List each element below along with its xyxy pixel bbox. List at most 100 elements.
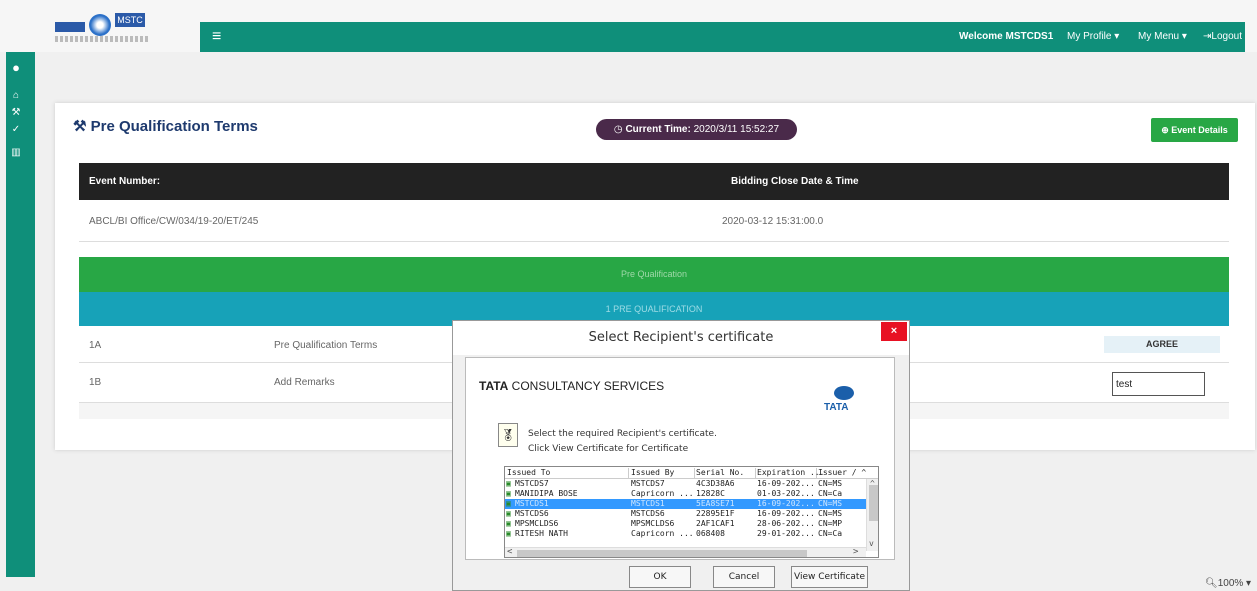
- current-time-value: 2020/3/11 15:52:27: [693, 124, 780, 135]
- my-profile-menu[interactable]: My Profile ▾: [1067, 31, 1119, 42]
- certificate-row[interactable]: ▣ MSTCDS1 MSTCDS1 5EA8SE71 16-09-202... CN=MS: [505, 499, 873, 509]
- cancel-button[interactable]: Cancel: [713, 566, 775, 588]
- certificate-cell-serial: 068408: [696, 529, 725, 538]
- column-expiration[interactable]: Expiration ...: [757, 468, 824, 478]
- logout-link[interactable]: ⇥Logout: [1203, 31, 1242, 42]
- certificate-cell-to: MPSMCLDS6: [515, 519, 559, 528]
- certificate-row[interactable]: ▣ RITESH NATH Capricorn ... 068408 29-01-202…: [505, 529, 873, 539]
- agree-button[interactable]: AGREE: [1104, 336, 1220, 353]
- certificate-cell-issuer: CN=MP: [818, 519, 843, 528]
- certificate-cell-serial: 4C3D38A6: [696, 479, 735, 488]
- remarks-input[interactable]: [1112, 372, 1205, 396]
- event-details-button[interactable]: ⊕ Event Details: [1151, 118, 1238, 142]
- certificate-cell-issuer: CN=Ca: [818, 489, 843, 498]
- scroll-right-icon[interactable]: >: [853, 547, 858, 557]
- page-title-text: Pre Qualification Terms: [90, 118, 258, 135]
- dialog-title: Select Recipient's certificate: [453, 321, 909, 355]
- scroll-thumb[interactable]: [517, 550, 807, 557]
- column-issued-to[interactable]: Issued To: [507, 468, 629, 478]
- row-number: 1A: [89, 340, 102, 351]
- company-name-rest: CONSULTANCY SERVICES: [511, 379, 665, 393]
- certificate-list-header: Issued To Issued By Serial No. Expiratio…: [505, 467, 878, 479]
- home-icon[interactable]: ⌂: [9, 90, 23, 101]
- user-icon[interactable]: ●: [9, 61, 23, 74]
- company-name-bold: TATA: [479, 379, 509, 393]
- event-details-label: Event Details: [1171, 125, 1228, 135]
- certificate-cell-exp: 01-03-202...: [757, 489, 815, 498]
- certificate-cell-by: Capricorn ...: [631, 489, 694, 498]
- bidding-close-header: Bidding Close Date & Time: [731, 176, 859, 187]
- logo-globe-icon: [89, 14, 111, 36]
- tata-logo: TATA: [822, 386, 868, 426]
- certificate-cell-by: Capricorn ...: [631, 529, 694, 538]
- section-pre-qualification: Pre Qualification: [79, 257, 1229, 292]
- certificate-icon: ▣: [506, 489, 511, 498]
- certificate-row[interactable]: ▣ MSTCDS7 MSTCDS7 4C3D38A6 16-09-202... CN=MS: [505, 479, 873, 489]
- column-serial-no[interactable]: Serial No.: [696, 468, 756, 478]
- certificate-row[interactable]: ▣ MANIDIPA BOSE Capricorn ... 12828C 01-03-2…: [505, 489, 873, 499]
- certificate-icon: ▣: [506, 519, 511, 528]
- certificate-cell-serial: 22895E1F: [696, 509, 735, 518]
- instruction-text: Click View Certificate for Certificate: [528, 444, 689, 454]
- event-number-value: ABCL/BI Office/CW/034/19-20/ET/245: [89, 216, 259, 227]
- certificate-cell-to: MSTCDS7: [515, 479, 549, 488]
- certificate-row[interactable]: ▣ MPSMCLDS6 MPSMCLDS6 2AF1CAF1 28-06-202... C…: [505, 519, 873, 529]
- certificate-cell-serial: 5EA8SE71: [696, 499, 735, 508]
- scroll-left-icon[interactable]: <: [507, 547, 512, 557]
- clock-icon: ◷: [613, 124, 623, 135]
- my-profile-label: My Profile: [1067, 31, 1112, 42]
- column-issued-by[interactable]: Issued By: [631, 468, 695, 478]
- certificate-icon: ▣: [506, 499, 511, 508]
- certificate-cell-exp: 16-09-202...: [757, 499, 815, 508]
- current-time-badge: ◷ Current Time: 2020/3/11 15:52:27: [596, 119, 797, 140]
- certificate-icon: ▣: [506, 509, 511, 518]
- chart-icon[interactable]: ▥: [9, 147, 23, 158]
- my-menu-label: My Menu: [1138, 31, 1180, 42]
- mstc-logo[interactable]: MSTC: [55, 10, 150, 46]
- tata-mark-icon: [834, 386, 854, 400]
- certificate-cell-to: MSTCDS6: [515, 509, 549, 518]
- logout-label: Logout: [1211, 31, 1242, 42]
- column-issuer[interactable]: Issuer / ^: [818, 468, 866, 478]
- certificate-cell-by: MSTCDS7: [631, 479, 665, 488]
- row-label: Pre Qualification Terms: [274, 340, 378, 351]
- my-menu-menu[interactable]: My Menu ▾: [1138, 31, 1187, 42]
- certificate-cell-issuer: CN=MS: [818, 499, 843, 508]
- check-icon[interactable]: ✓: [9, 124, 23, 135]
- certificate-list[interactable]: Issued To Issued By Serial No. Expiratio…: [504, 466, 879, 558]
- view-certificate-button[interactable]: View Certificate: [791, 566, 868, 588]
- certificate-cell-issuer: CN=Ca: [818, 529, 843, 538]
- certificate-cell-serial: 2AF1CAF1: [696, 519, 735, 528]
- scroll-thumb[interactable]: [869, 485, 878, 521]
- certificate-cell-issuer: CN=MS: [818, 509, 843, 518]
- certificate-cell-to: RITESH NATH: [515, 529, 568, 538]
- horizontal-scrollbar[interactable]: < >: [505, 547, 866, 557]
- vertical-scrollbar[interactable]: ^ v: [866, 479, 878, 551]
- certificate-cell-issuer: CN=MS: [818, 479, 843, 488]
- certificate-cell-by: MPSMCLDS6: [631, 519, 675, 528]
- ok-button[interactable]: OK: [629, 566, 691, 588]
- logo-subtext: [55, 36, 150, 42]
- left-sidebar: ● ⌂ ⚒ ✓ ▥: [6, 52, 35, 577]
- top-header: MSTC ≡ Welcome MSTCDS1 My Profile ▾ My M…: [0, 0, 1257, 52]
- close-icon[interactable]: ×: [881, 322, 907, 341]
- certificate-cell-by: MSTCDS6: [631, 509, 665, 518]
- logo-left-mark: [55, 22, 85, 32]
- scroll-down-icon[interactable]: v: [869, 539, 874, 548]
- certificate-row[interactable]: ▣ MSTCDS6 MSTCDS6 22895E1F 16-09-202... CN=MS: [505, 509, 873, 519]
- plus-circle-icon: ⊕: [1161, 125, 1169, 135]
- certificate-cell-to: MANIDIPA BOSE: [515, 489, 578, 498]
- certificate-cell-exp: 16-09-202...: [757, 479, 815, 488]
- gavel-icon[interactable]: ⚒: [9, 107, 23, 118]
- certificate-cell-exp: 16-09-202...: [757, 509, 815, 518]
- certificate-cell-to: MSTCDS1: [515, 499, 549, 508]
- dialog-content: TATA CONSULTANCY SERVICES TATA 🏅︎ Select…: [465, 357, 895, 560]
- company-name: TATA CONSULTANCY SERVICES: [479, 379, 664, 393]
- certificate-icon: ▣: [506, 529, 511, 538]
- row-number: 1B: [89, 377, 102, 388]
- hamburger-icon[interactable]: ≡: [212, 28, 221, 46]
- certificate-cell-by: MSTCDS1: [631, 499, 665, 508]
- nav-bar: ≡ Welcome MSTCDS1 My Profile ▾ My Menu ▾…: [200, 22, 1245, 52]
- row-label: Add Remarks: [274, 377, 335, 388]
- zoom-indicator[interactable]: 🔍︎100% ▾: [1205, 578, 1251, 589]
